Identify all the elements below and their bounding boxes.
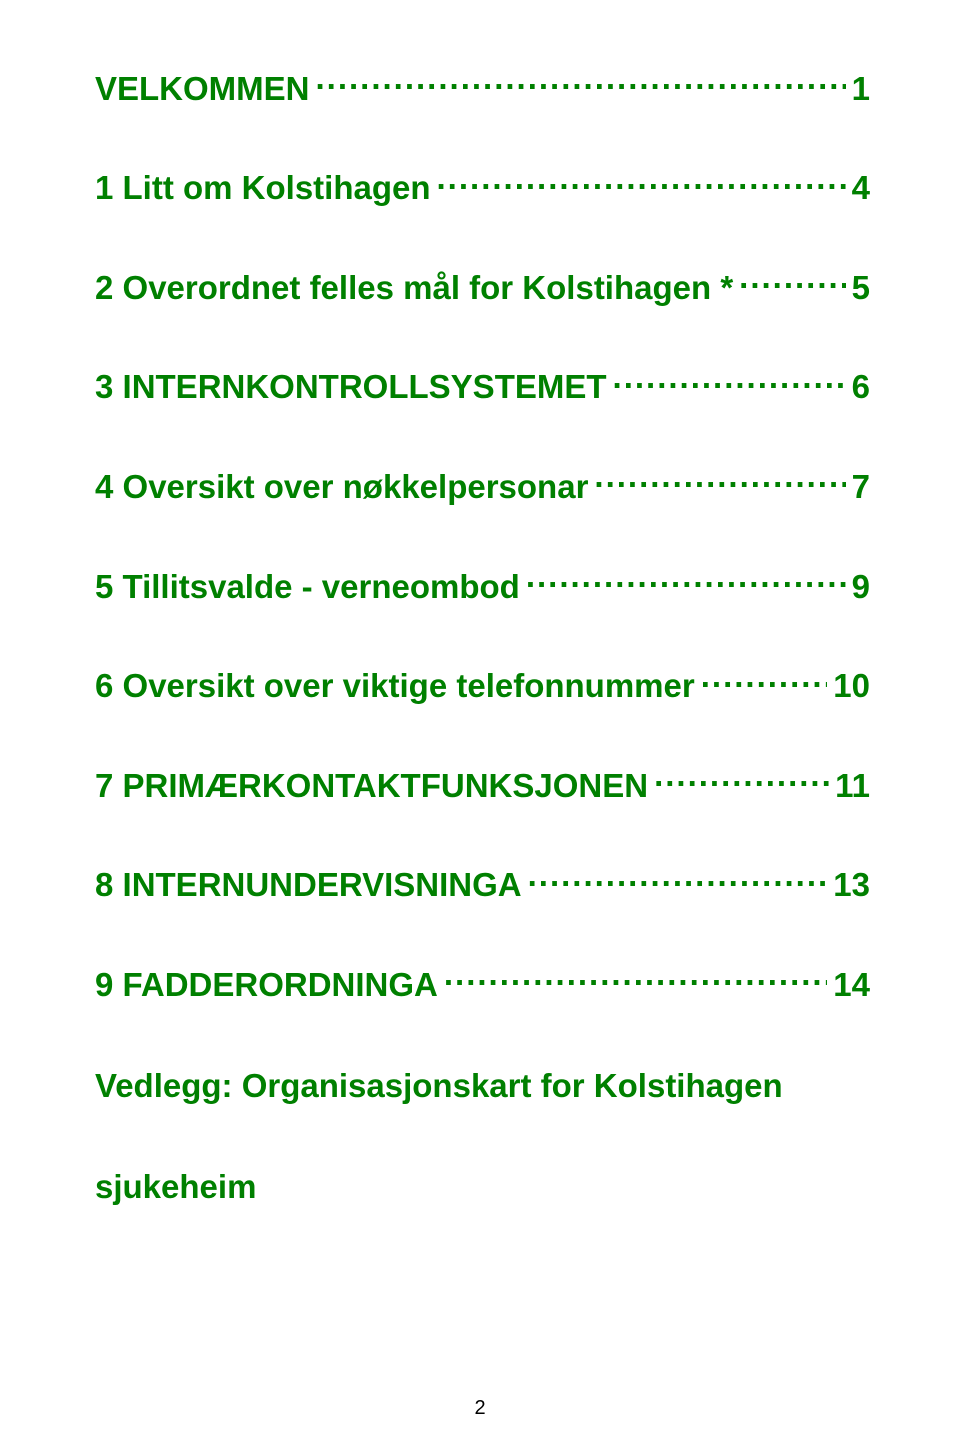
dot-leader: [526, 558, 846, 598]
toc-label: 1 Litt om Kolstihagen: [95, 169, 431, 207]
toc-page: 5: [852, 269, 870, 307]
dot-leader: [739, 259, 845, 299]
dot-leader: [613, 359, 846, 399]
toc-page: 7: [852, 468, 870, 506]
toc-page: 1: [852, 70, 870, 108]
toc-entry: 7 PRIMÆRKONTAKTFUNKSJONEN 11: [95, 757, 870, 805]
table-of-contents: VELKOMMEN 1 1 Litt om Kolstihagen 4 2 Ov…: [95, 60, 870, 1004]
toc-label: 6 Oversikt over viktige telefonnummer: [95, 667, 695, 705]
toc-entry: 1 Litt om Kolstihagen 4: [95, 160, 870, 208]
toc-label: 9 FADDERORDNINGA: [95, 966, 438, 1004]
dot-leader: [654, 757, 829, 797]
dot-leader: [528, 857, 828, 897]
toc-label: 8 INTERNUNDERVISNINGA: [95, 866, 522, 904]
toc-label: 5 Tillitsvalde - verneombod: [95, 568, 520, 606]
toc-entry: 2 Overordnet felles mål for Kolstihagen …: [95, 259, 870, 307]
toc-entry: 3 INTERNKONTROLLSYSTEMET 6: [95, 359, 870, 407]
toc-entry: 9 FADDERORDNINGA 14: [95, 956, 870, 1004]
toc-label: 7 PRIMÆRKONTAKTFUNKSJONEN: [95, 767, 648, 805]
toc-page: 14: [833, 966, 870, 1004]
toc-page: 13: [833, 866, 870, 904]
page-number: 2: [474, 1397, 485, 1420]
toc-entry: VELKOMMEN 1: [95, 60, 870, 108]
toc-label: 4 Oversikt over nøkkelpersonar: [95, 468, 588, 506]
appendix-line: sjukeheim: [95, 1157, 870, 1216]
appendix-note: Vedlegg: Organisasjonskart for Kolstihag…: [95, 1056, 870, 1217]
toc-label: 3 INTERNKONTROLLSYSTEMET: [95, 368, 607, 406]
toc-entry: 5 Tillitsvalde - verneombod 9: [95, 558, 870, 606]
toc-page: 9: [852, 568, 870, 606]
toc-page: 10: [833, 667, 870, 705]
toc-page: 6: [852, 368, 870, 406]
toc-label: 2 Overordnet felles mål for Kolstihagen …: [95, 269, 733, 307]
dot-leader: [316, 60, 846, 100]
dot-leader: [437, 160, 846, 200]
toc-page: 4: [852, 169, 870, 207]
appendix-line: Vedlegg: Organisasjonskart for Kolstihag…: [95, 1056, 870, 1115]
toc-label: VELKOMMEN: [95, 70, 310, 108]
dot-leader: [444, 956, 827, 996]
dot-leader: [701, 658, 828, 698]
toc-page: 11: [835, 767, 870, 805]
dot-leader: [594, 458, 845, 498]
toc-entry: 4 Oversikt over nøkkelpersonar 7: [95, 458, 870, 506]
toc-entry: 6 Oversikt over viktige telefonnummer 10: [95, 658, 870, 706]
toc-entry: 8 INTERNUNDERVISNINGA 13: [95, 857, 870, 905]
